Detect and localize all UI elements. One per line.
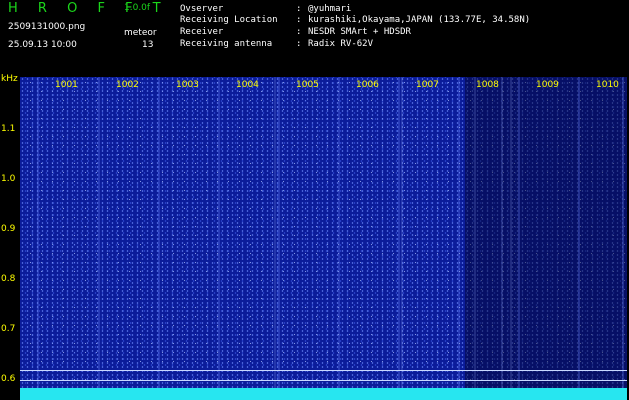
info-separator: : [296,27,302,37]
header-panel: H R O F F T 1.0.0f 2509131000.png 25.09.… [0,0,629,75]
axis-unit-label: kHz [1,74,18,84]
x-tick-label: 1005 [296,80,319,90]
info-value: Radix RV-62V [308,39,374,49]
meteor-count: 13 [142,40,154,50]
filename-label: 2509131000.png [8,22,86,32]
x-tick-label: 1009 [536,80,559,90]
y-tick-label: 0.7 [1,324,16,334]
y-tick-label: 0.8 [1,274,16,284]
spectrogram [20,77,627,400]
y-tick-label: 1.1 [1,124,16,134]
x-tick-label: 1008 [476,80,499,90]
x-tick-label: 1006 [356,80,379,90]
info-value: @yuhmari [308,4,352,14]
spectrogram-lines [37,77,624,400]
reference-line [20,380,627,381]
info-value: NESDR SMArt + HDSDR [308,27,411,37]
info-separator: : [296,15,302,25]
info-label: Receiving antenna [180,39,273,49]
meteor-label: meteor [124,28,157,38]
info-value: kurashiki,Okayama,JAPAN (133.77E, 34.58N… [308,15,531,25]
x-tick-label: 1003 [176,80,199,90]
info-separator: : [296,39,302,49]
y-tick-label: 0.6 [1,374,16,384]
reference-line [20,370,627,371]
x-tick-label: 1004 [236,80,259,90]
y-tick-label: 1.0 [1,174,16,184]
x-tick-label: 1001 [55,80,78,90]
x-tick-label: 1010 [596,80,619,90]
y-tick-label: 0.9 [1,224,16,234]
signal-baseline [20,388,627,400]
info-label: Receiver [180,27,224,37]
app-version: 1.0.0f [124,3,151,13]
x-tick-label: 1007 [416,80,439,90]
x-tick-label: 1002 [116,80,139,90]
info-label: Receiving Location [180,15,278,25]
info-separator: : [296,4,302,14]
info-label: Ovserver [180,4,224,14]
datetime-label: 25.09.13 10:00 [8,40,77,50]
